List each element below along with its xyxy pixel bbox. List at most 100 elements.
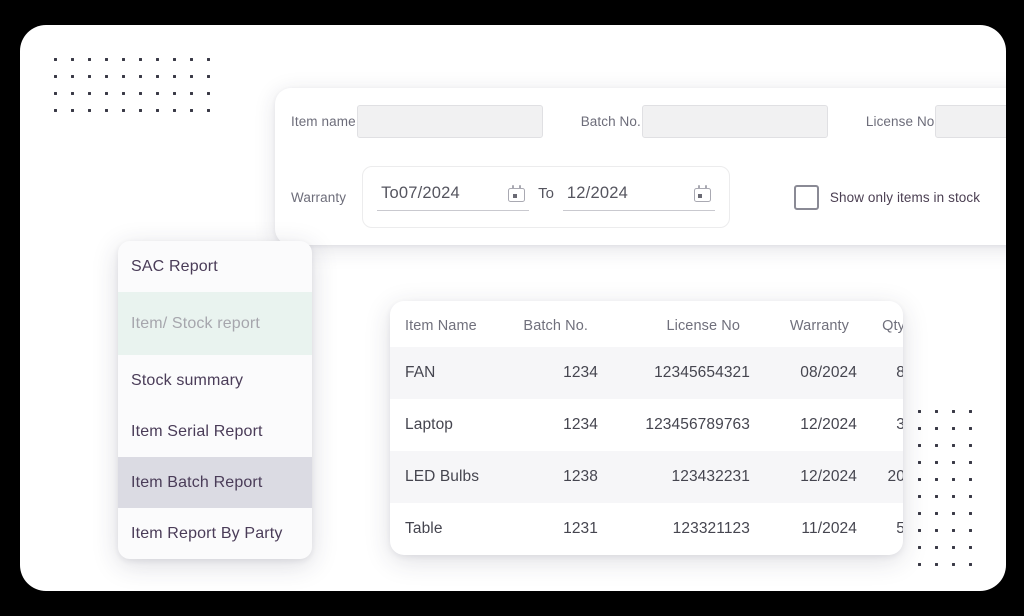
decorative-dot xyxy=(918,529,921,532)
decorative-dot xyxy=(139,75,142,78)
decorative-dot xyxy=(952,478,955,481)
cell-item-name: FAN xyxy=(405,364,436,381)
cell-item-name: Laptop xyxy=(405,416,454,433)
decorative-dot xyxy=(207,92,210,95)
decorative-dot xyxy=(156,92,159,95)
column-header-qty[interactable]: Qty xyxy=(865,301,903,347)
table-row[interactable]: Table 1231 123321123 11/2024 5 xyxy=(390,503,903,555)
decorative-dot xyxy=(935,563,938,566)
calendar-icon[interactable] xyxy=(693,184,711,202)
column-header-item-name[interactable]: Item Name xyxy=(390,301,510,347)
date-range-separator: To xyxy=(538,185,554,202)
decorative-dot xyxy=(935,444,938,447)
decorative-dot xyxy=(935,512,938,515)
cell-license-no: 123456789763 xyxy=(645,416,750,433)
menu-item-item-report-by-party[interactable]: Item Report By Party xyxy=(118,508,312,559)
cell-batch-no: 1231 xyxy=(563,520,598,537)
cell-warranty: 08/2024 xyxy=(800,364,857,381)
decorative-dot xyxy=(190,58,193,61)
decorative-dot xyxy=(54,58,57,61)
batch-no-input[interactable] xyxy=(641,105,828,138)
license-no-label: License No xyxy=(865,114,935,129)
decorative-dot xyxy=(156,75,159,78)
filter-panel: Item name Batch No. License No Warranty xyxy=(275,88,1006,245)
decorative-dot xyxy=(139,92,142,95)
report-menu: SAC Report Item/ Stock report Stock summar… xyxy=(118,241,312,559)
table-row[interactable]: Laptop 1234 123456789763 12/2024 3 xyxy=(390,399,903,451)
column-header-batch-no[interactable]: Batch No. xyxy=(510,301,610,347)
menu-item-label: Stock summary xyxy=(131,371,244,389)
decorative-dot xyxy=(918,461,921,464)
cell-qty: 3 xyxy=(896,416,903,433)
decorative-dot xyxy=(952,461,955,464)
decorative-dot xyxy=(935,427,938,430)
decorative-dot xyxy=(969,529,972,532)
warranty-row: Warranty To07/2024 To 12/2024 Show only … xyxy=(291,166,980,228)
column-header-warranty[interactable]: Warranty xyxy=(760,301,865,347)
results-table-body: FAN 1234 12345654321 08/2024 8 Laptop 1234 1234… xyxy=(390,347,903,555)
menu-item-sac-report[interactable]: SAC Report xyxy=(118,241,312,292)
item-name-input[interactable] xyxy=(356,105,543,138)
decorative-dot xyxy=(969,461,972,464)
menu-item-item-batch-report[interactable]: Item Batch Report xyxy=(118,457,312,508)
decorative-dot xyxy=(918,427,921,430)
app-card: Item name Batch No. License No Warranty xyxy=(20,25,1006,591)
decorative-dot xyxy=(139,58,142,61)
decorative-dot xyxy=(207,109,210,112)
license-no-field-group: License No xyxy=(866,105,1006,138)
decorative-dot xyxy=(952,444,955,447)
item-name-label: Item name xyxy=(291,114,356,129)
in-stock-checkbox-group[interactable]: Show only items in stock xyxy=(793,184,980,210)
decorative-dot xyxy=(918,410,921,413)
decorative-dot xyxy=(952,546,955,549)
decorative-dot xyxy=(935,495,938,498)
decorative-dot xyxy=(969,563,972,566)
column-header-license-no[interactable]: License No xyxy=(610,301,760,347)
item-name-field-group: Item name xyxy=(291,105,543,138)
cell-item-name: Table xyxy=(405,520,443,537)
cell-license-no: 123432231 xyxy=(671,468,750,485)
results-table-head: Item Name Batch No. License No Warranty Qty xyxy=(390,301,903,347)
decorative-dot xyxy=(969,444,972,447)
decorative-dot xyxy=(54,109,57,112)
decorative-dot xyxy=(122,75,125,78)
decorative-dot xyxy=(105,58,108,61)
warranty-date-range: To07/2024 To 12/2024 xyxy=(362,166,730,228)
table-row[interactable]: FAN 1234 12345654321 08/2024 8 xyxy=(390,347,903,399)
decorative-dot xyxy=(173,92,176,95)
menu-item-item-serial-report[interactable]: Item Serial Report xyxy=(118,406,312,457)
decorative-dot xyxy=(969,427,972,430)
menu-item-stock-summary[interactable]: Stock summary xyxy=(118,355,312,406)
decorative-dot xyxy=(952,512,955,515)
license-no-input[interactable] xyxy=(935,105,1006,138)
in-stock-checkbox[interactable] xyxy=(793,184,819,210)
decorative-dot xyxy=(935,461,938,464)
calendar-icon[interactable] xyxy=(508,184,526,202)
decorative-dot xyxy=(71,58,74,61)
decorative-dot xyxy=(935,529,938,532)
decorative-dot xyxy=(952,495,955,498)
decorative-dot xyxy=(173,109,176,112)
warranty-to-date[interactable]: 12/2024 xyxy=(562,183,715,211)
menu-item-label: Item/ Stock report xyxy=(131,314,260,332)
warranty-from-date[interactable]: To07/2024 xyxy=(377,184,530,211)
cell-qty: 8 xyxy=(896,364,903,381)
decorative-dot-grid-top-left xyxy=(54,58,224,126)
decorative-dot xyxy=(88,75,91,78)
decorative-dot xyxy=(935,410,938,413)
decorative-dot xyxy=(969,410,972,413)
cell-batch-no: 1234 xyxy=(563,364,598,381)
decorative-dot xyxy=(156,109,159,112)
decorative-dot xyxy=(71,75,74,78)
warranty-to-value: 12/2024 xyxy=(566,183,628,202)
menu-item-item-stock-report[interactable]: Item/ Stock report xyxy=(118,292,312,355)
cell-qty: 20 xyxy=(887,468,903,485)
decorative-dot xyxy=(952,563,955,566)
cell-warranty: 11/2024 xyxy=(801,520,857,537)
decorative-dot xyxy=(918,563,921,566)
decorative-dot xyxy=(207,75,210,78)
decorative-dot xyxy=(918,495,921,498)
table-row[interactable]: LED Bulbs 1238 123432231 12/2024 20 xyxy=(390,451,903,503)
decorative-dot xyxy=(122,109,125,112)
results-table: Item Name Batch No. License No Warranty Qty … xyxy=(390,301,903,555)
